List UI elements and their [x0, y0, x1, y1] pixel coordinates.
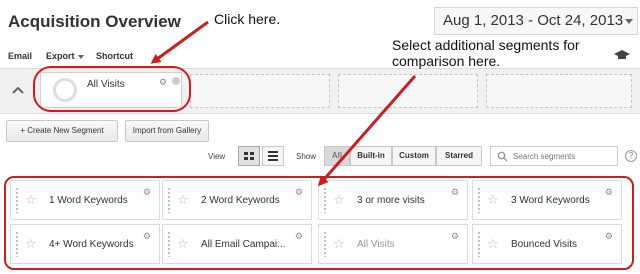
- annotation-arrows: [150, 20, 417, 187]
- select-segments-arrow: [318, 75, 417, 187]
- click-here-arrow: [150, 20, 209, 64]
